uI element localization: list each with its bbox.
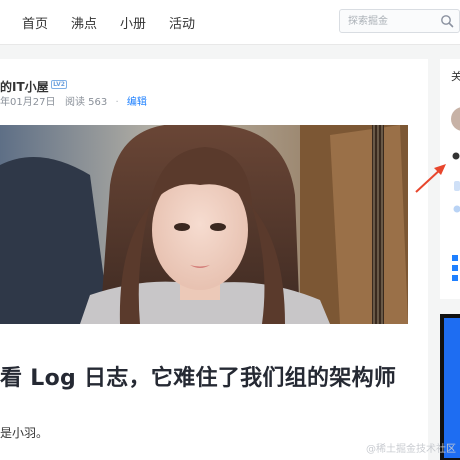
article-paragraph: 是小羽。 — [0, 426, 49, 440]
nav-item-pins[interactable]: 沸点 — [71, 13, 97, 32]
search-box — [339, 9, 460, 33]
author-avatar[interactable] — [451, 104, 460, 134]
edit-link[interactable]: 编辑 — [127, 97, 147, 108]
qr-code-icon — [451, 253, 460, 285]
ad-banner[interactable] — [440, 314, 460, 460]
watermark: @稀土掘金技术社区 — [366, 444, 456, 455]
annotation-arrow — [415, 164, 446, 193]
search-input[interactable] — [340, 10, 434, 32]
article-title: 看 Log 日志，它难住了我们组的架构师 — [0, 366, 397, 391]
level-badge: LV2 — [51, 80, 67, 89]
top-nav: 首页 沸点 小册 活动 — [0, 0, 460, 45]
qr-card[interactable] — [440, 243, 460, 293]
nav-item-events[interactable]: 活动 — [169, 13, 195, 32]
nav-item-books[interactable]: 小册 — [120, 13, 146, 32]
sidebar-heading: 关 — [451, 70, 460, 83]
article-meta: 年01月27日 阅读 563 · 编辑 — [0, 93, 147, 108]
ad-banner-fill — [444, 318, 460, 458]
nav-item-home[interactable]: 首页 — [22, 13, 48, 32]
stat-icon — [454, 181, 460, 191]
view-count: 阅读 563 — [65, 97, 108, 108]
cover-image — [0, 125, 408, 324]
search-icon[interactable] — [440, 14, 454, 28]
badge-icon — [452, 152, 460, 160]
cover-photo — [0, 125, 408, 324]
like-icon — [453, 205, 460, 213]
meta-separator: · — [115, 97, 119, 108]
publish-date: 年01月27日 — [0, 97, 56, 108]
